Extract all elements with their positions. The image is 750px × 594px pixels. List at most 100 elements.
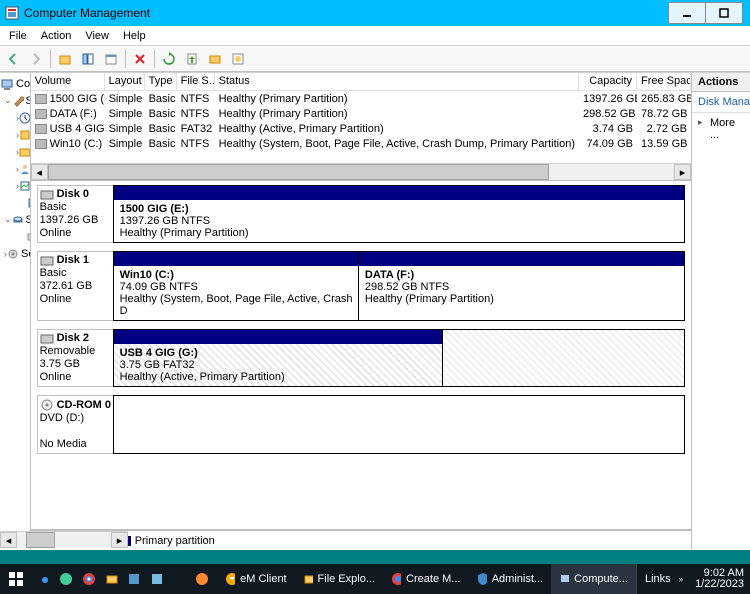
services-icon (7, 246, 19, 262)
taskbar-search-icon[interactable] (32, 564, 55, 594)
col-layout[interactable]: Layout (105, 73, 145, 90)
taskbar-button-chrome[interactable]: Create M... (383, 564, 468, 594)
minimize-button[interactable] (668, 2, 706, 24)
actions-header: Actions (692, 73, 750, 92)
tree-performance[interactable]: ›Performance (0, 177, 30, 194)
volume-list-header: Volume Layout Type File S... Status Capa… (31, 73, 691, 91)
disk-icon (40, 256, 54, 266)
volume-row[interactable]: 1500 GIG (E:)SimpleBasicNTFSHealthy (Pri… (31, 91, 691, 106)
tree-disk-management[interactable]: Disk Manager (0, 228, 30, 245)
taskbar-button-emclient[interactable]: eM Client (217, 564, 295, 594)
partition-stripe (114, 186, 684, 200)
disk-icon (40, 190, 54, 200)
partition[interactable]: DATA (F:)298.52 GB NTFSHealthy (Primary … (358, 251, 685, 321)
taskbar-button-computer-mgmt[interactable]: Compute... (551, 564, 636, 594)
partition-stripe (114, 330, 443, 344)
device-icon (26, 195, 30, 211)
taskbar-chrome-icon[interactable] (78, 564, 101, 594)
volume-row[interactable]: DATA (F:)SimpleBasicNTFSHealthy (Primary… (31, 106, 691, 121)
help-button[interactable] (227, 48, 249, 70)
scroll-left-button[interactable]: ◂ (0, 532, 17, 548)
collapse-icon[interactable]: ⌄ (4, 214, 12, 225)
up-button[interactable] (54, 48, 76, 70)
taskbar-explorer-icon[interactable] (100, 564, 123, 594)
tree-pane: Computer Managem ⌄System Tools ›Task Sch… (0, 73, 31, 550)
menu-view[interactable]: View (78, 28, 116, 44)
tree-shared-folders[interactable]: ›Shared Folders (0, 143, 30, 160)
tree-services[interactable]: ›Services and App (0, 245, 30, 262)
toolbar-separator (154, 50, 155, 68)
clock-icon (19, 110, 30, 126)
refresh-button[interactable] (158, 48, 180, 70)
computer-icon (0, 76, 14, 92)
actions-more[interactable]: More ... (692, 113, 750, 145)
scroll-left-button[interactable]: ◂ (31, 164, 48, 180)
partition-stripe (359, 252, 684, 266)
tree-device-manager[interactable]: Device Manag (0, 194, 30, 211)
volume-row[interactable]: USB 4 GIG (G:)SimpleBasicFAT32Healthy (A… (31, 121, 691, 136)
disk-icon (26, 229, 30, 245)
disk-info[interactable]: Disk 1 Basic 372.61 GB Online (37, 251, 113, 321)
forward-button[interactable] (25, 48, 47, 70)
partition-stripe (114, 252, 359, 266)
col-capacity[interactable]: Capacity (579, 73, 637, 90)
disk-info[interactable]: CD-ROM 0 DVD (D:) No Media (37, 395, 113, 454)
performance-icon (19, 178, 30, 194)
tree-event-viewer[interactable]: ›Event Viewer (0, 126, 30, 143)
partition[interactable]: Win10 (C:)74.09 GB NTFSHealthy (System, … (113, 251, 360, 321)
volume-icon (35, 109, 47, 119)
tree-scrollbar[interactable]: ◂ ▸ (0, 531, 128, 548)
properties-button[interactable] (100, 48, 122, 70)
menu-file[interactable]: File (2, 28, 34, 44)
disk-row: Disk 0 Basic 1397.26 GB Online 1500 GIG … (37, 185, 685, 243)
actions-pane: Actions Disk Mana... More ... (692, 73, 750, 550)
collapse-icon[interactable]: ⌄ (4, 95, 12, 106)
back-button[interactable] (2, 48, 24, 70)
toolbar-separator (125, 50, 126, 68)
taskbar-edge-icon[interactable] (55, 564, 78, 594)
col-volume[interactable]: Volume (31, 73, 105, 90)
col-type[interactable]: Type (145, 73, 177, 90)
taskbar-app-icon[interactable] (123, 564, 146, 594)
start-button[interactable] (0, 564, 32, 594)
tree-root[interactable]: Computer Managem (0, 75, 30, 92)
disk-row: Disk 1 Basic 372.61 GB Online Win10 (C:)… (37, 251, 685, 321)
graphical-disk-pane: Disk 0 Basic 1397.26 GB Online 1500 GIG … (31, 181, 691, 530)
tree-task-scheduler[interactable]: ›Task Scheduler (0, 109, 30, 126)
cdrom-icon (40, 398, 54, 412)
col-filesystem[interactable]: File S... (177, 73, 215, 90)
partition[interactable]: 1500 GIG (E:) 1397.26 GB NTFS Healthy (P… (113, 185, 685, 243)
titlebar-edge (742, 2, 750, 24)
scroll-right-button[interactable]: ▸ (111, 532, 128, 548)
folder-icon (303, 572, 313, 586)
taskbar-button-file-explorer[interactable]: File Explo... (295, 564, 383, 594)
partition[interactable]: USB 4 GIG (G:)3.75 GB FAT32Healthy (Acti… (113, 329, 444, 387)
scroll-right-button[interactable]: ▸ (674, 164, 691, 180)
taskbar-button[interactable] (187, 564, 216, 594)
disk-info[interactable]: Disk 2 Removable 3.75 GB Online (37, 329, 113, 387)
taskbar-button-admin[interactable]: Administ... (468, 564, 551, 594)
menu-help[interactable]: Help (116, 28, 153, 44)
settings-button[interactable] (204, 48, 226, 70)
tree-system-tools[interactable]: ⌄System Tools (0, 92, 30, 109)
tree-local-users[interactable]: ›Local Users an (0, 160, 30, 177)
actions-section[interactable]: Disk Mana... (692, 92, 750, 113)
menu-action[interactable]: Action (34, 28, 79, 44)
export-button[interactable] (181, 48, 203, 70)
col-free[interactable]: Free Spac (637, 73, 691, 90)
window-titlebar: Computer Management (0, 0, 750, 26)
taskbar-clock[interactable]: 9:02 AM 1/22/2023 (689, 568, 750, 590)
show-hide-tree-button[interactable] (77, 48, 99, 70)
disk-row: CD-ROM 0 DVD (D:) No Media (37, 395, 685, 454)
disk-info[interactable]: Disk 0 Basic 1397.26 GB Online (37, 185, 113, 243)
delete-button[interactable] (129, 48, 151, 70)
users-icon (19, 161, 30, 177)
firefox-icon (195, 572, 208, 586)
taskbar-app-icon[interactable] (146, 564, 169, 594)
maximize-button[interactable] (705, 2, 743, 24)
volume-list-scrollbar[interactable]: ◂ ▸ (31, 163, 691, 180)
volume-row[interactable]: Win10 (C:)SimpleBasicNTFSHealthy (System… (31, 136, 691, 151)
taskbar-links[interactable]: Links» (636, 564, 689, 594)
tree-storage[interactable]: ⌄Storage (0, 211, 30, 228)
col-status[interactable]: Status (215, 73, 579, 90)
